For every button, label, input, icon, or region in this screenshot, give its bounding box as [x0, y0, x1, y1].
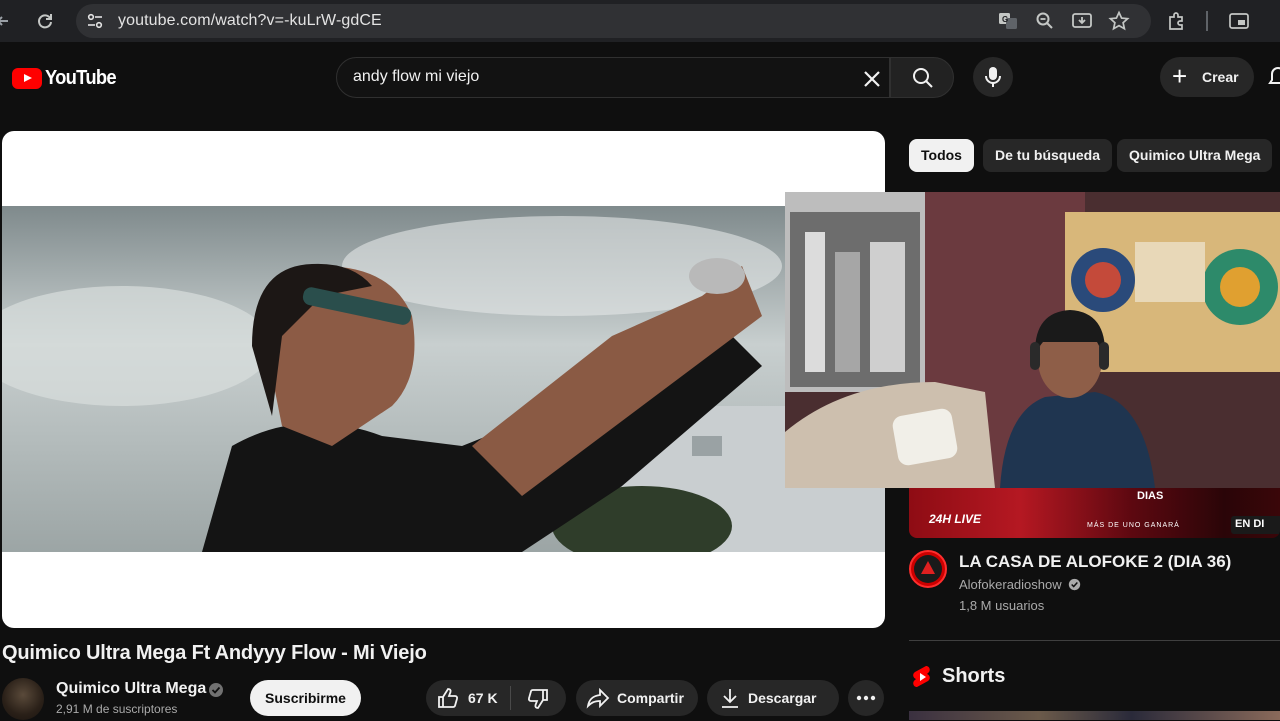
youtube-play-icon	[12, 67, 42, 89]
browser-toolbar: youtube.com/watch?v=-kuLrW-gdCE G	[0, 0, 1280, 42]
translate-icon[interactable]: G	[997, 10, 1019, 32]
dislike-icon[interactable]	[526, 688, 550, 715]
thumb-days: DIAS	[1137, 490, 1164, 502]
video-scene	[2, 206, 885, 552]
video-title: Quimico Ultra Mega Ft Andyyy Flow - Mi V…	[2, 642, 427, 664]
pip-scene	[785, 192, 1280, 488]
address-bar[interactable]: youtube.com/watch?v=-kuLrW-gdCE	[76, 4, 1151, 38]
install-icon[interactable]	[1071, 10, 1093, 32]
thumb-tagline: MÁS DE UNO GANARÁ	[1087, 522, 1180, 529]
plus-icon: +	[1172, 61, 1188, 91]
pip-overlay	[785, 192, 1280, 488]
live-channel-avatar[interactable]	[909, 550, 947, 588]
create-label: Crear	[1202, 69, 1239, 85]
notifications-bell-icon[interactable]	[1268, 66, 1280, 95]
share-icon	[586, 687, 610, 714]
microphone-icon	[985, 67, 1001, 87]
live-thumbnail[interactable]: 24H LIVE DIAS MÁS DE UNO GANARÁ EN DI	[909, 488, 1280, 538]
download-button[interactable]: Descargar	[707, 680, 839, 716]
thumb-live: EN DI	[1235, 518, 1265, 530]
live-viewer-count: 1,8 M usuarios	[959, 598, 1045, 613]
close-icon[interactable]	[858, 65, 886, 93]
search-icon	[913, 68, 933, 88]
subscriber-count: 2,91 M de suscriptores	[56, 702, 178, 716]
search-button[interactable]	[890, 57, 954, 98]
chip-todos[interactable]: Todos	[909, 139, 974, 172]
thumb-badge: 24H LIVE	[929, 512, 982, 526]
toolbar-divider	[1206, 11, 1208, 31]
more-icon	[856, 695, 876, 701]
live-video-title[interactable]: LA CASA DE ALOFOKE 2 (DIA 36)	[959, 552, 1231, 572]
like-icon[interactable]	[436, 687, 460, 714]
url-text: youtube.com/watch?v=-kuLrW-gdCE	[118, 12, 382, 29]
channel-name[interactable]: Quimico Ultra Mega	[56, 680, 206, 698]
like-dislike-group: 67 K	[426, 680, 566, 716]
bookmark-star-icon[interactable]	[1108, 10, 1130, 32]
share-button[interactable]: Compartir	[576, 680, 698, 716]
live-channel-text: Alofokeradioshow	[959, 577, 1062, 592]
video-player[interactable]	[2, 131, 885, 628]
zoom-icon[interactable]	[1034, 10, 1056, 32]
voice-search-button[interactable]	[973, 57, 1013, 97]
shorts-heading: Shorts	[942, 665, 1006, 687]
extensions-icon[interactable]	[1166, 10, 1188, 32]
reload-icon[interactable]	[34, 10, 56, 32]
more-actions-button[interactable]	[848, 680, 884, 716]
search-query: andy flow mi viejo	[353, 68, 480, 85]
channel-logo-icon	[914, 555, 942, 583]
share-label: Compartir	[617, 690, 684, 706]
download-icon	[719, 687, 741, 714]
youtube-header: YouTube andy flow mi viejo + Crear	[0, 42, 1280, 114]
chip-de-tu-busqueda[interactable]: De tu búsqueda	[983, 139, 1113, 172]
verified-badge-icon	[208, 682, 224, 698]
like-divider	[510, 686, 511, 710]
search-input[interactable]: andy flow mi viejo	[336, 57, 890, 98]
create-button[interactable]: + Crear	[1160, 57, 1254, 97]
shorts-thumbnails-row[interactable]	[909, 711, 1280, 720]
live-badge: EN DI	[1231, 516, 1280, 534]
subscribe-button[interactable]: Suscribirme	[250, 680, 361, 716]
svg-text:G: G	[1002, 15, 1008, 24]
split-view-icon[interactable]	[1228, 10, 1250, 32]
chip-quimico-ultra-mega[interactable]: Quimico Ultra Mega	[1117, 139, 1273, 172]
live-channel-name[interactable]: Alofokeradioshow	[959, 577, 1081, 592]
like-count[interactable]: 67 K	[468, 690, 498, 706]
verified-badge-icon	[1069, 578, 1081, 591]
download-label: Descargar	[748, 690, 817, 706]
site-settings-icon[interactable]	[86, 12, 104, 30]
logo-text: YouTube	[45, 66, 117, 89]
shorts-icon	[912, 665, 932, 694]
section-divider	[909, 640, 1280, 641]
video-frame	[2, 206, 885, 552]
channel-avatar[interactable]	[2, 678, 44, 720]
youtube-logo[interactable]: YouTube	[12, 66, 122, 90]
back-icon[interactable]	[0, 10, 16, 32]
